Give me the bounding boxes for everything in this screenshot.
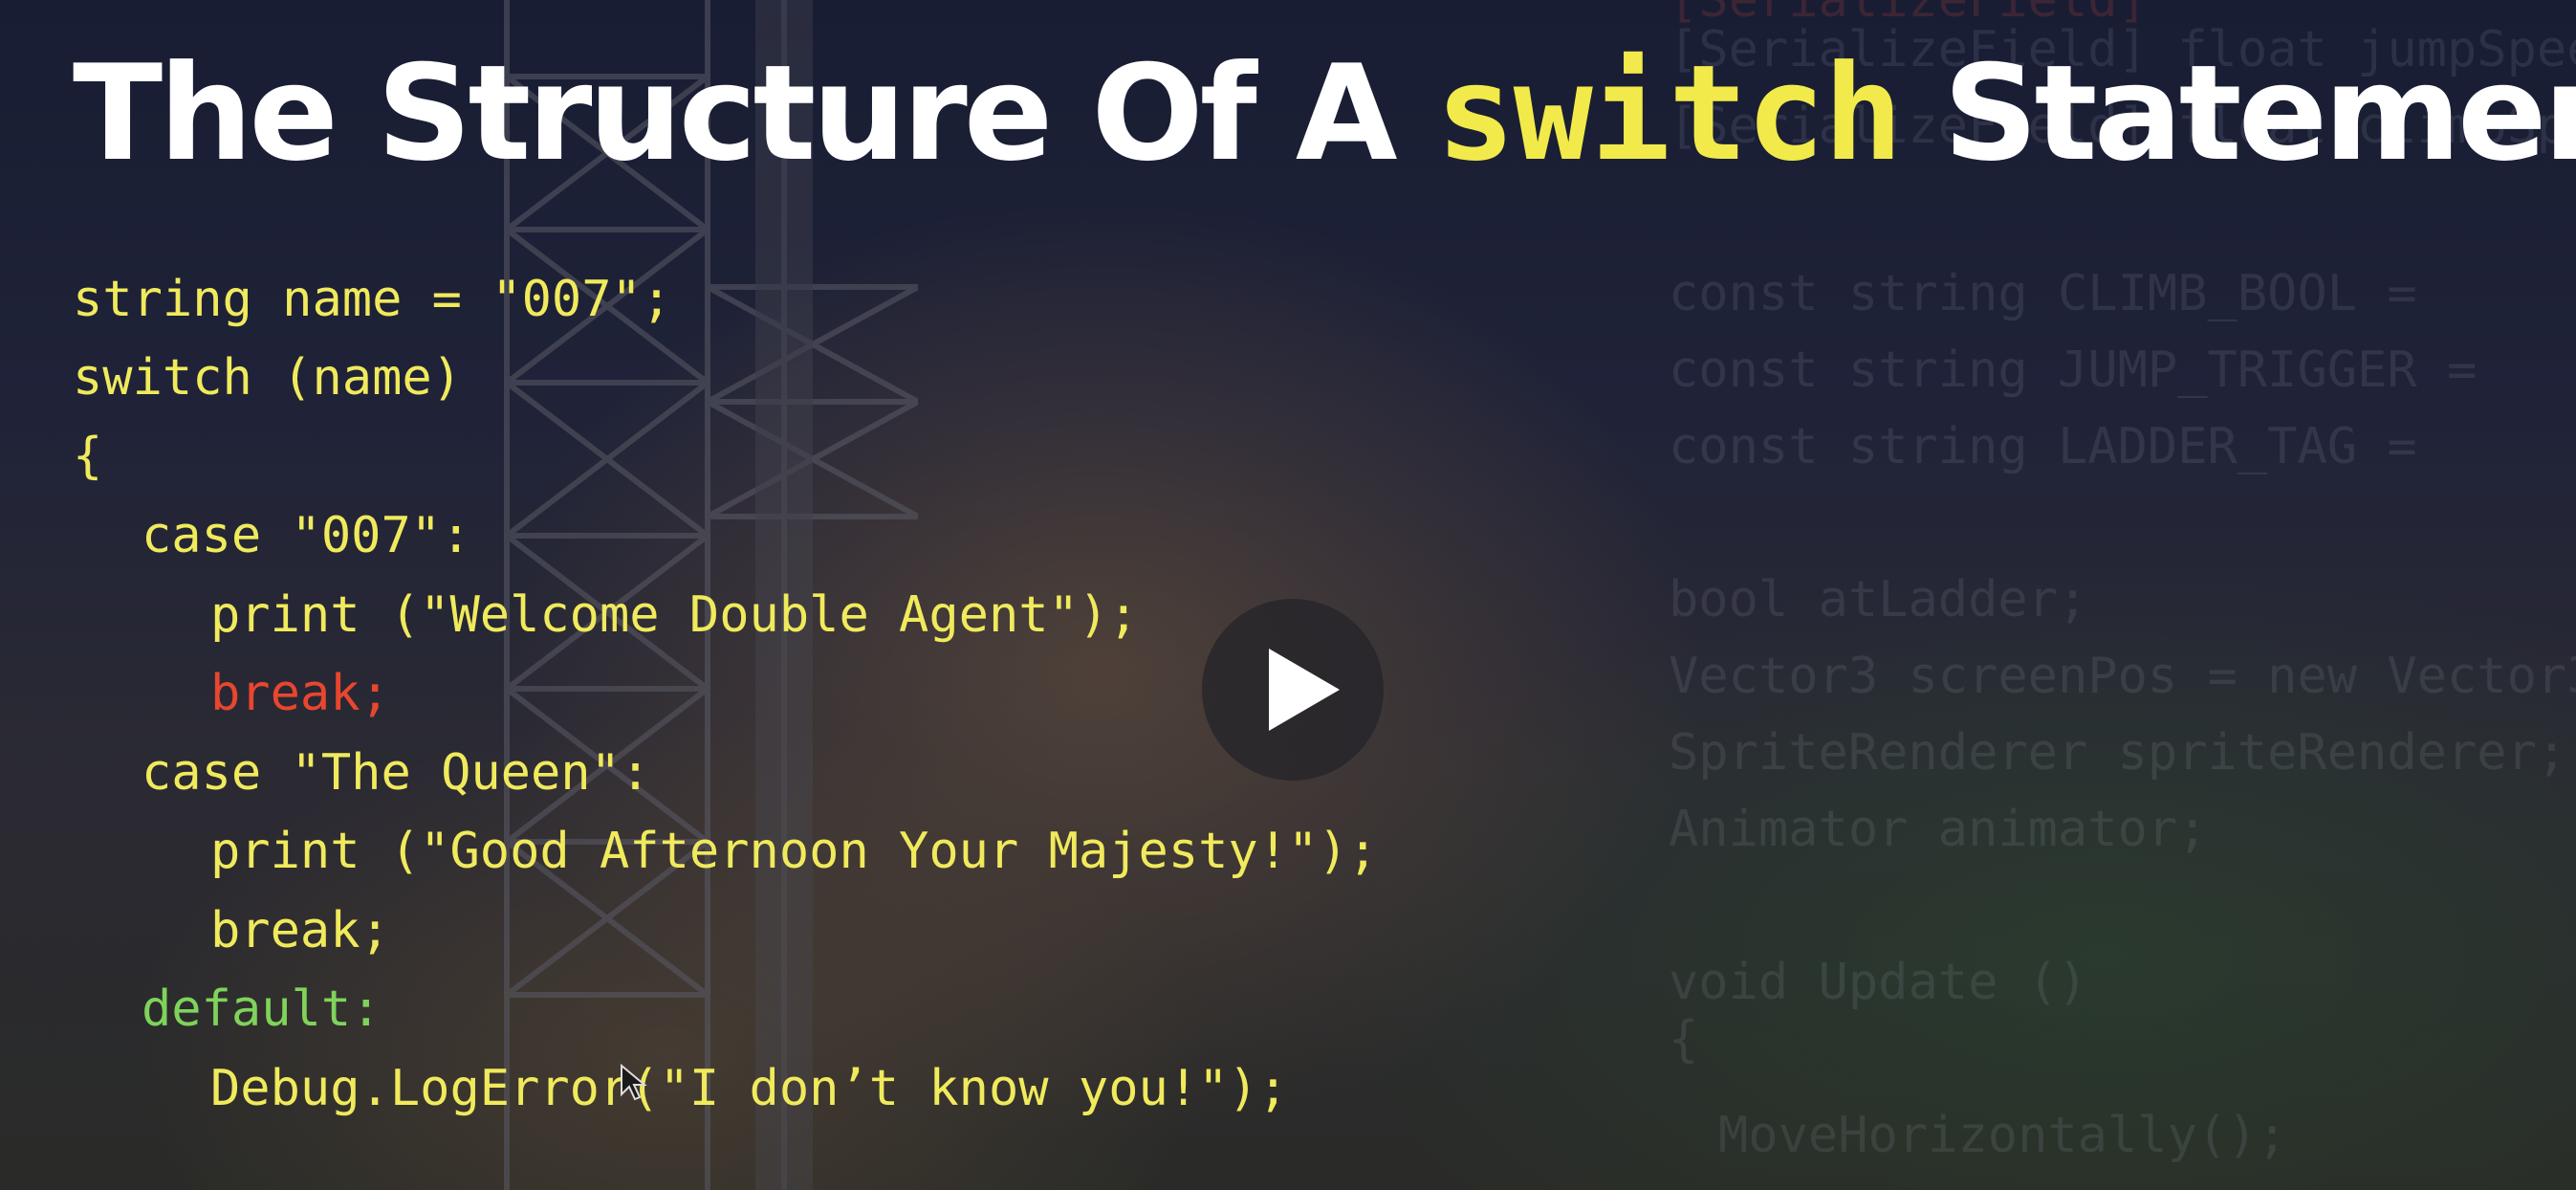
play-icon — [1269, 649, 1340, 731]
title-suffix: Statement — [1943, 36, 2576, 190]
code-line-print-majesty: print ("Good Afternoon Your Majesty!"); — [210, 823, 1378, 880]
background-code-line: bool atLadder; — [1669, 571, 2088, 628]
background-code-line: SpriteRenderer spriteRenderer; — [1669, 724, 2567, 782]
video-frame[interactable]: [SerializeField] [SerializeField] float … — [0, 0, 2576, 1190]
background-code-line: void Update () — [1669, 954, 2088, 1011]
background-code-line: const string LADDER_TAG = — [1669, 418, 2417, 475]
background-code-line: const string JUMP_TRIGGER = — [1669, 342, 2478, 399]
background-code-line: Animator animator; — [1669, 801, 2208, 858]
code-line-switch: switch (name) — [73, 349, 462, 407]
title-keyword: switch — [1435, 36, 1903, 190]
background-code-line: Vector3 screenPos = new Vector3 — [1669, 648, 2576, 705]
code-line-case-007: case "007": — [142, 507, 471, 564]
background-code-line: { — [1669, 1011, 1699, 1069]
code-line-case-queen: case "The Queen": — [142, 744, 651, 802]
code-line-break: break; — [210, 902, 390, 959]
code-line-declaration: string name = "007"; — [73, 271, 672, 328]
play-button[interactable] — [1202, 599, 1384, 781]
code-line-log-error: Debug.LogError("I don’t know you!"); — [210, 1060, 1289, 1117]
background-code-line: MoveHorizontally(); — [1718, 1107, 2287, 1164]
slide-title: The Structure Of A switch Statement — [73, 36, 2576, 190]
title-prefix: The Structure Of A — [73, 36, 1436, 190]
mouse-pointer-icon — [621, 1064, 647, 1101]
code-line-default: default: — [142, 981, 382, 1038]
code-line-print-welcome: print ("Welcome Double Agent"); — [210, 586, 1139, 644]
code-line-open-brace: { — [73, 428, 103, 485]
code-block: string name = "007"; switch (name) { cas… — [73, 0, 1378, 1117]
background-code-line: const string CLIMB_BOOL = — [1669, 265, 2417, 322]
code-line-break-highlighted: break; — [210, 665, 390, 722]
